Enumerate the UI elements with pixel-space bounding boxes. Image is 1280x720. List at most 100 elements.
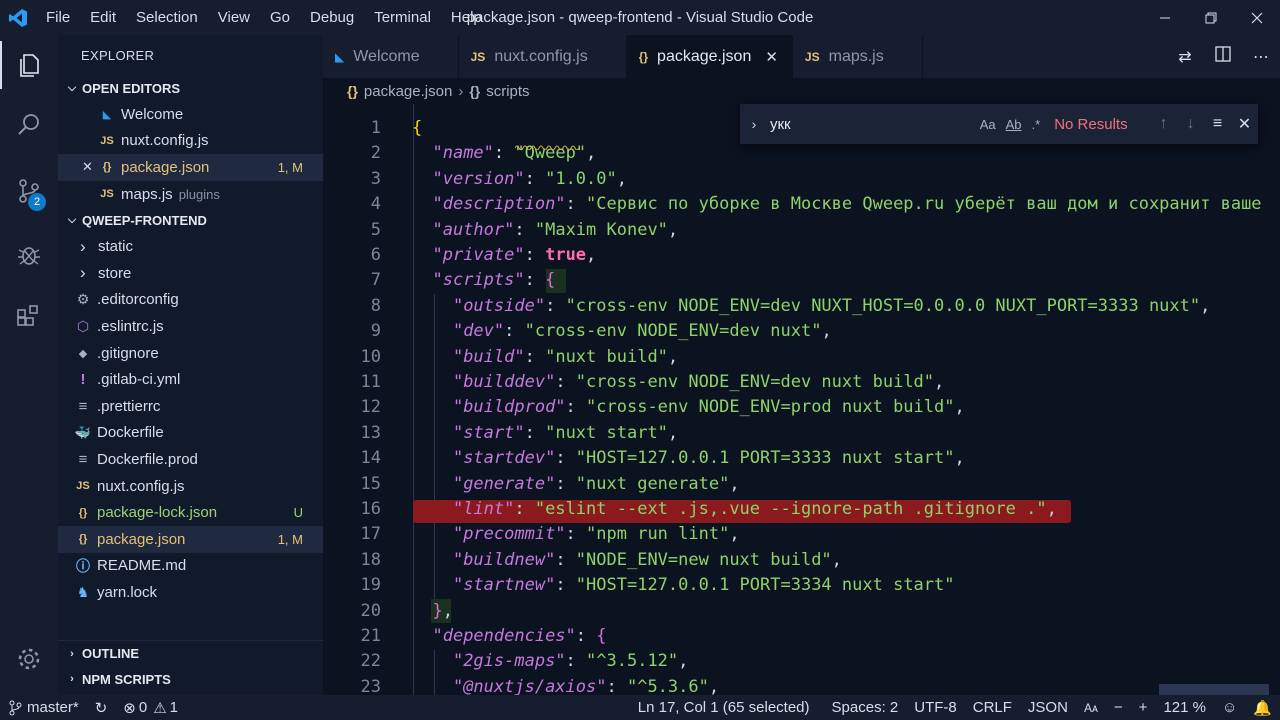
open-editor-item[interactable]: ◣ Welcome	[58, 101, 323, 128]
open-editor-item[interactable]: JS nuxt.config.js	[58, 128, 323, 155]
text-file-icon: ≡	[78, 450, 88, 468]
regex-toggle[interactable]: .*	[1032, 117, 1041, 132]
file-item[interactable]: ⚙ .editorconfig	[58, 287, 323, 314]
file-label: static	[98, 238, 134, 256]
file-item[interactable]: JS nuxt.config.js	[58, 473, 323, 500]
close-icon[interactable]: ✕	[82, 159, 98, 175]
project-header[interactable]: ⌵ QWEEP-FRONTEND	[58, 207, 323, 233]
branch-indicator[interactable]: master*	[0, 699, 87, 716]
menu-go[interactable]: Go	[260, 9, 300, 26]
code-token: "cross-env NODE_ENV=dev nuxt build"	[575, 372, 935, 392]
split-editor-icon[interactable]	[1204, 46, 1242, 67]
tab-maps-js[interactable]: JS maps.js	[793, 35, 923, 78]
open-editor-item[interactable]: ✕ {} package.json 1, M	[58, 154, 323, 181]
menu-help[interactable]: Help	[441, 9, 492, 26]
code-text: "precommit": "npm run lint",	[412, 522, 740, 547]
settings-gear-icon[interactable]	[0, 635, 58, 683]
horizontal-scrollbar[interactable]	[1159, 684, 1269, 695]
spellcheck-squiggle	[515, 145, 579, 150]
minimize-button[interactable]	[1142, 0, 1188, 35]
open-editor-item[interactable]: JS maps.js plugins	[58, 181, 323, 208]
language-mode[interactable]: JSON	[1020, 699, 1076, 716]
next-match-arrow-down-icon[interactable]: ↓	[1177, 115, 1204, 133]
more-actions-icon[interactable]: ⋯	[1242, 47, 1280, 67]
code-token: :	[524, 346, 546, 367]
cursor-position[interactable]: Ln 17, Col 1 (65 selected)	[630, 699, 818, 716]
sync-icon[interactable]: ↻	[87, 699, 116, 717]
breadcrumb-symbol[interactable]: scripts	[486, 83, 529, 100]
restore-button[interactable]	[1188, 0, 1234, 35]
js-file-icon: JS	[76, 480, 90, 493]
file-item[interactable]: ⓘ README.md	[58, 553, 323, 580]
code-token: "description"	[432, 194, 566, 215]
tab-package-json[interactable]: {} package.json ✕	[626, 35, 793, 78]
menu-edit[interactable]: Edit	[80, 9, 126, 26]
folder-item[interactable]: › store	[58, 260, 323, 287]
code-text: "2gis-maps": "^3.5.12",	[412, 649, 688, 674]
encoding[interactable]: UTF-8	[906, 699, 965, 716]
line-number: 21	[360, 626, 381, 646]
find-in-selection-icon[interactable]: ≡	[1204, 115, 1231, 133]
indentation[interactable]: Spaces: 2	[818, 699, 907, 716]
previous-match-arrow-up-icon[interactable]: ↑	[1150, 115, 1177, 133]
open-editors-header[interactable]: ⌵ OPEN EDITORS	[58, 75, 323, 101]
close-find-icon[interactable]: ✕	[1231, 114, 1258, 134]
zoom-in-icon[interactable]: +	[1131, 699, 1156, 716]
file-item[interactable]: {} package.json 1, M	[58, 525, 323, 553]
file-item[interactable]: ♞ yarn.lock	[58, 579, 323, 606]
editor-actions: ⇄ ⋯	[1166, 35, 1280, 78]
line-ending[interactable]: CRLF	[965, 699, 1020, 716]
zoom-out-icon[interactable]: −	[1106, 699, 1131, 716]
code-token: "startnew"	[452, 575, 556, 596]
explorer-icon[interactable]	[0, 41, 58, 89]
menu-debug[interactable]: Debug	[300, 9, 364, 26]
file-item[interactable]: ≡ .prettierrc	[58, 393, 323, 420]
chevron-right-icon: ›	[80, 263, 86, 283]
menu-view[interactable]: View	[208, 9, 260, 26]
find-input[interactable]: укк	[768, 110, 980, 138]
npm-scripts-header[interactable]: › NPM SCRIPTS	[58, 666, 323, 692]
notifications-bell-icon[interactable]: 🔔	[1245, 699, 1280, 717]
file-item[interactable]: ≡ Dockerfile.prod	[58, 446, 323, 473]
font-size-icon[interactable]: Aᴀ	[1076, 701, 1106, 715]
file-item[interactable]: {} package-lock.json U	[58, 499, 323, 526]
code-token: :	[565, 524, 587, 545]
toggle-replace-chevron-icon[interactable]: ›	[740, 116, 768, 132]
problems-indicator[interactable]: ⊗ 0 ⚠ 1	[115, 699, 186, 717]
breadcrumb-file[interactable]: package.json	[364, 83, 452, 100]
code-token: "nuxt start"	[545, 422, 668, 443]
tab-nuxt-config-js[interactable]: JS nuxt.config.js	[459, 35, 627, 78]
source-control-icon[interactable]: 2	[0, 167, 58, 215]
code-editor[interactable]: 1 {2 "name": "Qweep", 3 "version": "1.0.0"…	[323, 104, 1280, 695]
tab-welcome[interactable]: ◣ Welcome	[323, 35, 459, 78]
feedback-smiley-icon[interactable]: ☺	[1214, 699, 1245, 716]
git-icon: ◆	[78, 347, 88, 360]
code-token: :	[545, 295, 566, 316]
debug-icon[interactable]	[0, 231, 58, 279]
match-case-toggle[interactable]: Aa	[980, 117, 996, 132]
menu-selection[interactable]: Selection	[126, 9, 208, 26]
search-icon[interactable]	[0, 101, 58, 149]
line-number: 18	[360, 549, 381, 570]
menu-terminal[interactable]: Terminal	[364, 9, 441, 26]
file-item[interactable]: ◆ .gitignore	[58, 340, 323, 367]
close-window-button[interactable]	[1234, 0, 1280, 35]
open-editor-label: nuxt.config.js	[121, 132, 209, 150]
code-token: :	[555, 448, 576, 469]
folder-item[interactable]: › static	[58, 233, 323, 260]
menu-file[interactable]: File	[36, 9, 80, 26]
code-token: "name"	[432, 143, 494, 164]
zoom-level[interactable]: 121 %	[1155, 699, 1214, 716]
open-changes-icon[interactable]: ⇄	[1166, 47, 1204, 67]
status-badge: 1, M	[277, 531, 303, 547]
outline-header[interactable]: › OUTLINE	[58, 640, 323, 666]
close-icon[interactable]: ✕	[765, 48, 778, 66]
open-editor-description: plugins	[178, 186, 220, 202]
match-word-toggle[interactable]: Ab	[1006, 117, 1022, 132]
extensions-icon[interactable]	[0, 291, 58, 339]
file-item[interactable]: ! .gitlab-ci.yml	[58, 366, 323, 393]
file-item[interactable]: ⬡ .eslintrc.js	[58, 313, 323, 340]
file-item[interactable]: 🐳 Dockerfile	[58, 420, 323, 447]
